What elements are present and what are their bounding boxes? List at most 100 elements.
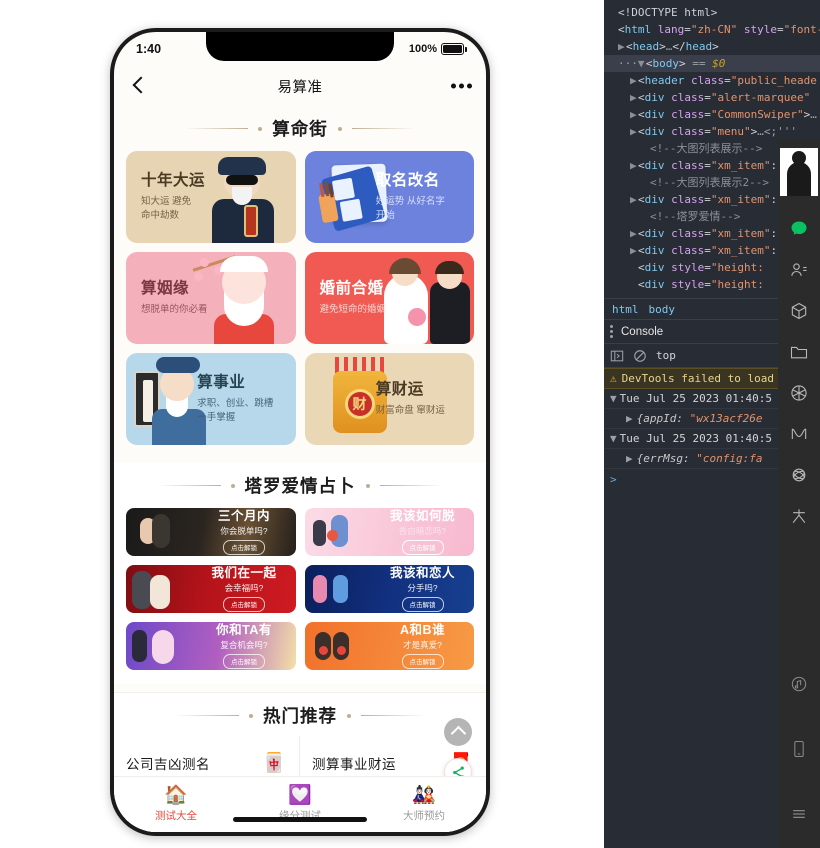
- tarot-unlock-button[interactable]: 点击解锁: [223, 653, 266, 669]
- dom-node-2[interactable]: ▶<head>…</head>: [604, 38, 820, 55]
- tarot-card-3[interactable]: 我们在一起 会幸福吗? 点击解锁: [126, 565, 296, 613]
- expand-arrow-icon[interactable]: ▶: [630, 123, 638, 140]
- node-token: "zh-CN": [690, 23, 738, 36]
- folder-icon[interactable]: [778, 331, 820, 372]
- tarot-card-2[interactable]: 我该如何脱 告白暗恋吗? 点击解锁: [304, 508, 474, 556]
- menu-card-suan-yinyuan[interactable]: 算姻缘 想脱单的你必看: [126, 252, 296, 344]
- tarot-grid: 三个月内 你会脱单吗? 点击解锁 我该如何脱 告白暗恋吗? 点击解锁 我们在一起…: [114, 506, 486, 674]
- menu-card-sub: 想脱单的你必看: [141, 304, 208, 316]
- menu-card-sub: 求职、创业、跳槽 一手掌握: [197, 398, 274, 424]
- node-token: <: [638, 227, 645, 240]
- menu-icon[interactable]: [778, 793, 820, 834]
- tarot-sub: 复合机会吗?: [220, 640, 268, 651]
- phone-icon[interactable]: [778, 728, 820, 769]
- menu-card-quming-gaiming[interactable]: 取名改名 好运势 从好名字 开始: [304, 151, 474, 243]
- expand-arrow-icon[interactable]: ▶: [630, 89, 638, 106]
- node-token: </: [672, 40, 686, 53]
- node-prefix: ···: [618, 57, 638, 70]
- atom-icon[interactable]: [778, 454, 820, 495]
- menu-card-text: 算事业 求职、创业、跳槽 一手掌握: [197, 373, 295, 425]
- tarot-unlock-button[interactable]: 点击解锁: [401, 653, 444, 669]
- expand-arrow-icon[interactable]: ▶: [626, 452, 633, 465]
- node-token: <: [638, 74, 645, 87]
- chat-bubble-icon[interactable]: [778, 208, 820, 249]
- menu-card-title: 取名改名: [375, 172, 440, 190]
- heart-icon: 💟: [288, 785, 312, 806]
- tarot-card-1[interactable]: 三个月内 你会脱单吗? 点击解锁: [126, 508, 296, 556]
- aperture-icon[interactable]: [778, 372, 820, 413]
- divider-dot-left: [258, 126, 263, 131]
- expand-arrow-icon[interactable]: ▶: [630, 225, 638, 242]
- scroll-to-top-button[interactable]: [444, 718, 472, 746]
- status-time: 1:40: [136, 42, 162, 56]
- tab-dashiyuyue[interactable]: 🎎 大师预约: [362, 786, 486, 823]
- dom-node-0[interactable]: <!DOCTYPE html>: [604, 4, 820, 21]
- menu-card-sub: 知大运 避免 命中劫数: [141, 196, 192, 222]
- menu-card-suan-shiye[interactable]: 算事业 求职、创业、跳槽 一手掌握: [126, 353, 296, 445]
- node-token: <: [638, 108, 645, 121]
- tarot-unlock-button[interactable]: 点击解锁: [401, 596, 444, 612]
- dom-node-4[interactable]: ▶<header class="public_heade: [604, 72, 820, 89]
- node-token: =: [704, 227, 711, 240]
- node-token: <!--大图列表展示2-->: [650, 176, 769, 189]
- phone-screen: 1:40 100% 易算准 算命街 十年大运 知大运 避免 命中劫数 取名改名 …: [114, 32, 486, 832]
- log-object-key: {errMsg:: [636, 452, 690, 465]
- tarot-card-4[interactable]: 我该和恋人 分手吗? 点击解锁: [304, 565, 474, 613]
- node-token: <!DOCTYPE html>: [618, 6, 718, 19]
- wechat-sidebar: [778, 140, 820, 848]
- menu-card-title: 算事业: [197, 374, 246, 392]
- couple-purple-icon: [126, 622, 201, 670]
- expand-arrow-icon[interactable]: ▶: [630, 106, 638, 123]
- node-token: head: [632, 40, 660, 53]
- tarot-unlock-button[interactable]: 点击解锁: [223, 539, 266, 555]
- context-selector[interactable]: top: [656, 349, 676, 362]
- music-note-circle-icon[interactable]: [778, 663, 820, 704]
- tab-console[interactable]: Console: [621, 326, 663, 338]
- expand-arrow-icon[interactable]: ▶: [630, 72, 638, 89]
- dom-node-7[interactable]: ▶<div class="menu">…<;''': [604, 123, 820, 140]
- menu-card-text: 取名改名 好运势 从好名字 开始: [376, 171, 474, 223]
- channels-icon[interactable]: [778, 413, 820, 454]
- page-scroll-container[interactable]: 算命街 十年大运 知大运 避免 命中劫数 取名改名 好运势 从好名字 开始 算姻…: [114, 106, 486, 832]
- expand-arrow-icon[interactable]: ▼: [610, 392, 617, 405]
- node-token: head: [685, 40, 713, 53]
- more-horizontal-icon[interactable]: [451, 83, 472, 89]
- dom-node-1[interactable]: <html lang="zh-CN" style="font-: [604, 21, 820, 38]
- dom-node-5[interactable]: ▶<div class="alert-marquee": [604, 89, 820, 106]
- breadcrumb-body[interactable]: body: [649, 303, 676, 316]
- node-token: class: [684, 74, 725, 87]
- expand-arrow-icon[interactable]: ▶: [630, 242, 638, 259]
- node-token: <: [638, 261, 645, 274]
- dom-node-3[interactable]: ···▼<body> == $0: [604, 55, 820, 72]
- expand-arrow-icon[interactable]: ▼: [610, 432, 617, 445]
- expand-arrow-icon[interactable]: ▶: [630, 191, 638, 208]
- node-token: <: [645, 57, 653, 70]
- people-icon[interactable]: [778, 495, 820, 536]
- menu-card-hunqian-hehun[interactable]: 婚前合婚 避免短命的婚姻: [304, 252, 474, 344]
- expand-arrow-icon[interactable]: ▶: [626, 412, 633, 425]
- clear-console-icon[interactable]: [633, 349, 647, 363]
- tarot-unlock-button[interactable]: 点击解锁: [401, 539, 444, 555]
- node-token: >: [679, 57, 686, 70]
- avatar[interactable]: [780, 148, 818, 196]
- sidebar-toggle-icon[interactable]: [610, 349, 624, 363]
- contacts-icon[interactable]: [778, 249, 820, 290]
- menu-card-title: 婚前合婚: [319, 279, 384, 297]
- expand-arrow-icon[interactable]: ▶: [630, 157, 638, 174]
- cube-icon[interactable]: [778, 290, 820, 331]
- breadcrumb-html[interactable]: html: [612, 303, 639, 316]
- tarot-card-5[interactable]: 你和TA有 复合机会吗? 点击解锁: [126, 622, 296, 670]
- expand-arrow-icon[interactable]: ▶: [618, 38, 626, 55]
- node-token: <!--大图列表展示-->: [650, 142, 763, 155]
- menu-card-suan-caiyun[interactable]: 财 算财运 财富命盘 窜财运: [304, 353, 474, 445]
- expand-arrow-icon[interactable]: ▼: [638, 55, 646, 72]
- tarot-card-6[interactable]: A和B谁 才是真爱? 点击解锁: [304, 622, 474, 670]
- couple-orange-icon: [305, 622, 380, 670]
- menu-card-shinian-dayun[interactable]: 十年大运 知大运 避免 命中劫数: [126, 151, 296, 243]
- tab-ceshidaquan[interactable]: 🏠 测试大全: [114, 786, 238, 823]
- tarot-unlock-button[interactable]: 点击解锁: [223, 596, 266, 612]
- node-token: class: [664, 91, 705, 104]
- dom-node-6[interactable]: ▶<div class="CommonSwiper">…: [604, 106, 820, 123]
- kebab-menu-icon[interactable]: [610, 325, 613, 338]
- chevron-left-icon[interactable]: [128, 75, 150, 97]
